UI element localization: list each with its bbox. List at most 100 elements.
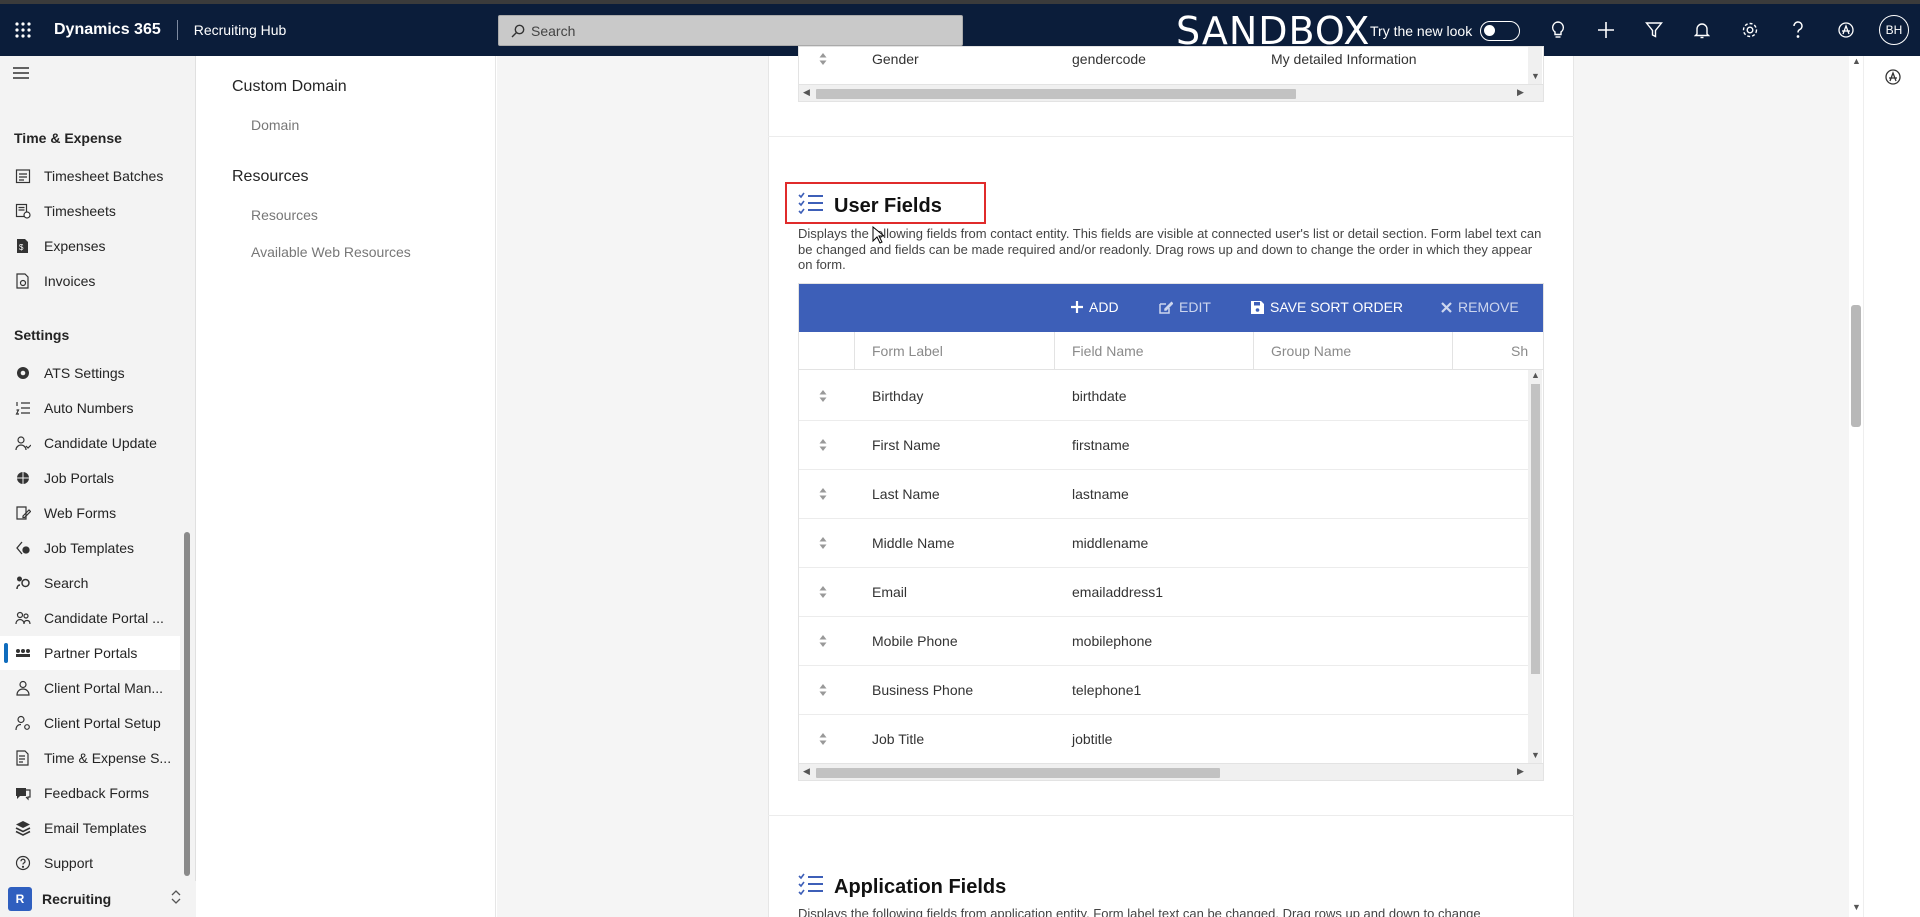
column-header-group-name[interactable]: Group Name (1271, 343, 1351, 359)
subnav-link-resources[interactable]: Resources (251, 207, 318, 223)
sidebar-item-search[interactable]: Search (0, 566, 180, 600)
filter-icon[interactable] (1630, 14, 1678, 46)
area-switcher[interactable]: R Recruiting (0, 881, 196, 917)
cell-field-name: jobtitle (1072, 731, 1113, 747)
table-row[interactable]: First Name firstname (799, 421, 1528, 470)
subnav-link-domain[interactable]: Domain (251, 117, 299, 133)
grid-vertical-scrollbar[interactable]: ▲ ▼ (1528, 370, 1542, 764)
help-question-icon[interactable] (1774, 14, 1822, 46)
sidebar-item-ats-settings[interactable]: ATS Settings (0, 356, 180, 390)
left-sitemap-sidebar: Time & Expense Timesheet Batches Timeshe… (0, 56, 196, 917)
sidebar-item-label: Feedback Forms (44, 785, 150, 801)
table-row[interactable]: Mobile Phone mobilephone (799, 617, 1528, 666)
global-search-input[interactable]: Search (498, 15, 963, 46)
gear-icon (14, 364, 32, 382)
section-title: Application Fields (834, 875, 1007, 898)
search-placeholder: Search (531, 22, 576, 39)
settings-gear-icon[interactable] (1726, 14, 1774, 46)
sidebar-item-time-expense-settings[interactable]: Time & Expense S... (0, 741, 180, 775)
drag-handle-icon[interactable] (819, 52, 827, 68)
table-row[interactable]: Middle Name middlename (799, 519, 1528, 568)
grid-vertical-scrollbar[interactable]: ▼ (1528, 47, 1542, 85)
sidebar-item-client-portal-setup[interactable]: Client Portal Setup (0, 706, 180, 740)
drag-handle-icon[interactable] (819, 732, 827, 748)
scroll-left-arrow-icon[interactable]: ◀ (803, 766, 810, 777)
bell-icon[interactable] (1678, 14, 1726, 46)
scroll-down-arrow-icon[interactable]: ▼ (1531, 71, 1540, 81)
scroll-up-arrow-icon[interactable]: ▲ (1531, 370, 1540, 380)
table-row[interactable]: Birthday birthdate (799, 372, 1528, 421)
lightbulb-icon[interactable] (1534, 14, 1582, 46)
column-header-form-label[interactable]: Form Label (872, 343, 943, 359)
sidebar-item-job-templates[interactable]: Job Templates (0, 531, 180, 565)
app-name[interactable]: Dynamics 365 (46, 21, 177, 39)
copilot-icon[interactable] (1822, 14, 1870, 46)
drag-handle-icon[interactable] (819, 634, 827, 650)
column-header-show[interactable]: Sh (1511, 343, 1528, 359)
scroll-down-arrow-icon[interactable]: ▼ (1852, 902, 1861, 912)
drag-handle-icon[interactable] (819, 536, 827, 552)
sidebar-item-timesheet-batches[interactable]: Timesheet Batches (0, 159, 180, 193)
sidebar-item-email-templates[interactable]: Email Templates (0, 811, 180, 845)
sidebar-item-label: Job Portals (44, 470, 115, 486)
plus-icon[interactable] (1582, 14, 1630, 46)
sidebar-item-label: Job Templates (44, 540, 135, 556)
scroll-down-arrow-icon[interactable]: ▼ (1531, 750, 1540, 760)
column-divider (1054, 332, 1055, 370)
search-icon (511, 24, 525, 37)
drag-handle-icon[interactable] (819, 438, 827, 454)
sidebar-item-expenses[interactable]: $ Expenses (0, 229, 180, 263)
sidebar-scrollbar[interactable] (184, 532, 190, 876)
right-side-rail (1863, 56, 1920, 917)
partners-icon (14, 644, 32, 662)
sidebar-item-client-portal-management[interactable]: Client Portal Man... (0, 671, 180, 705)
app-launcher-icon[interactable] (0, 4, 46, 56)
scroll-thumb[interactable] (1531, 384, 1540, 674)
drag-handle-icon[interactable] (819, 683, 827, 699)
new-look-toggle[interactable] (1480, 21, 1521, 41)
grid-horizontal-scrollbar[interactable]: ◀ ▶ (799, 763, 1543, 780)
drag-handle-icon[interactable] (819, 487, 827, 503)
sidebar-item-auto-numbers[interactable]: Auto Numbers (0, 391, 180, 425)
drag-handle-icon[interactable] (819, 389, 827, 405)
hamburger-menu-icon[interactable] (12, 66, 30, 85)
sidebar-item-candidate-update[interactable]: Candidate Update (0, 426, 180, 460)
subnav-heading-custom-domain: Custom Domain (232, 78, 347, 95)
subnav-link-available-web-resources[interactable]: Available Web Resources (251, 244, 411, 260)
sidebar-item-partner-portals[interactable]: Partner Portals (0, 636, 180, 670)
area-name[interactable]: Recruiting Hub (178, 22, 287, 38)
sidebar-item-label: Time & Expense S... (44, 750, 172, 766)
copilot-pane-icon[interactable] (1884, 68, 1902, 91)
edit-button[interactable]: EDIT (1159, 299, 1211, 315)
remove-button[interactable]: REMOVE (1441, 299, 1519, 315)
sidebar-item-support[interactable]: Support (0, 846, 180, 880)
user-avatar[interactable]: BH (1870, 14, 1918, 46)
table-row[interactable]: Business Phone telephone1 (799, 666, 1528, 715)
scroll-left-arrow-icon[interactable]: ◀ (803, 87, 810, 98)
scroll-right-arrow-icon[interactable]: ▶ (1517, 766, 1524, 777)
cell-group-name: My detailed Information (1271, 51, 1417, 67)
scroll-thumb[interactable] (816, 768, 1220, 778)
save-sort-order-button[interactable]: SAVE SORT ORDER (1251, 299, 1403, 315)
scroll-thumb[interactable] (816, 89, 1296, 99)
sidebar-item-feedback-forms[interactable]: Feedback Forms (0, 776, 180, 810)
drag-handle-icon[interactable] (819, 585, 827, 601)
try-new-look: Try the new look (1370, 21, 1521, 41)
page-scroll-thumb[interactable] (1851, 305, 1861, 427)
add-button[interactable]: ADD (1071, 299, 1119, 315)
sidebar-item-job-portals[interactable]: Job Portals (0, 461, 180, 495)
scroll-up-arrow-icon[interactable]: ▲ (1852, 56, 1861, 66)
sidebar-item-web-forms[interactable]: Web Forms (0, 496, 180, 530)
sidebar-item-label: Email Templates (44, 820, 147, 836)
sidebar-item-invoices[interactable]: Invoices (0, 264, 180, 298)
scroll-right-arrow-icon[interactable]: ▶ (1517, 87, 1524, 98)
sidebar-item-candidate-portal[interactable]: Candidate Portal ... (0, 601, 180, 635)
table-row[interactable]: Email emailaddress1 (799, 568, 1528, 617)
table-row[interactable]: Gender gendercode My detailed Informatio… (799, 47, 1528, 74)
table-row[interactable]: Last Name lastname (799, 470, 1528, 519)
table-row[interactable]: Job Title jobtitle (799, 715, 1528, 762)
column-header-field-name[interactable]: Field Name (1072, 343, 1144, 359)
grid-horizontal-scrollbar[interactable]: ◀ ▶ (799, 84, 1543, 101)
page-vertical-scrollbar[interactable]: ▲ ▼ (1849, 56, 1863, 917)
sidebar-item-timesheets[interactable]: Timesheets (0, 194, 180, 228)
